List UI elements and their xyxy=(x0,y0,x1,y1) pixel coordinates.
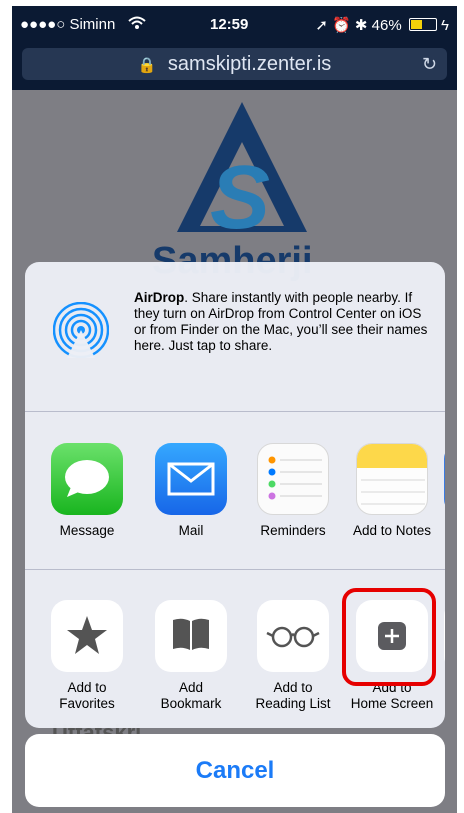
url-bar: 🔒 samskipti.zenter.is ↻ xyxy=(12,44,457,90)
reload-icon[interactable]: ↻ xyxy=(422,48,437,80)
airdrop-section: AirDrop. Share instantly with people nea… xyxy=(25,262,445,412)
charging-icon: ϟ xyxy=(441,17,449,34)
battery-icon xyxy=(408,18,437,31)
status-right: ➚ ⏰ ✱ 46% ϟ xyxy=(315,16,449,34)
phone-screen: ●●●●○ Siminn 12:59 ➚ ⏰ ✱ 46% ϟ 🔒 samskip… xyxy=(12,6,457,813)
url-field[interactable]: 🔒 samskipti.zenter.is ↻ xyxy=(22,48,447,80)
share-message[interactable]: Message xyxy=(42,443,132,539)
share-sheet: AirDrop. Share instantly with people nea… xyxy=(25,262,445,728)
share-reminders-label: Reminders xyxy=(260,523,326,538)
notes-app-icon xyxy=(356,443,428,515)
url-text: samskipti.zenter.is xyxy=(167,53,332,75)
lock-icon: 🔒 xyxy=(137,57,157,74)
share-add-to-notes-label: Add to Notes xyxy=(352,523,432,538)
action-add-to-favorites[interactable]: Add to Favorites xyxy=(42,600,132,712)
carrier-label: ●●●●○ Siminn xyxy=(20,16,116,33)
highlight-box xyxy=(342,588,436,686)
airdrop-description: AirDrop. Share instantly with people nea… xyxy=(134,290,434,354)
action-add-to-reading-list[interactable]: Add to Reading List xyxy=(248,600,338,712)
message-app-icon xyxy=(51,443,123,515)
share-mail-label: Mail xyxy=(178,523,204,538)
action-partial[interactable] xyxy=(444,600,445,672)
action-add-bookmark[interactable]: Add Bookmark xyxy=(146,600,236,712)
partial-app-icon xyxy=(444,443,445,515)
book-icon xyxy=(155,600,227,672)
airdrop-title: AirDrop xyxy=(134,290,185,305)
share-mail[interactable]: Mail xyxy=(146,443,236,539)
status-bar: ●●●●○ Siminn 12:59 ➚ ⏰ ✱ 46% ϟ xyxy=(12,6,457,44)
status-time: 12:59 xyxy=(210,16,249,33)
add-bookmark-label: Add Bookmark xyxy=(160,680,222,711)
location-icon: ➚ xyxy=(315,17,328,34)
battery-percentage: 46% xyxy=(371,17,402,34)
share-reminders[interactable]: Reminders xyxy=(248,443,338,539)
share-partial-app[interactable]: F xyxy=(444,443,445,539)
cancel-button[interactable]: Cancel xyxy=(25,734,445,807)
bluetooth-icon: ✱ xyxy=(354,17,368,34)
alarm-icon: ⏰ xyxy=(332,17,351,34)
share-message-label: Message xyxy=(59,523,115,538)
reminders-app-icon xyxy=(257,443,329,515)
airdrop-icon xyxy=(53,302,109,358)
add-to-reading-list-label: Add to Reading List xyxy=(255,680,331,711)
add-to-favorites-label: Add to Favorites xyxy=(59,680,115,711)
app-row: Message Mail Reminders Add to Notes xyxy=(25,412,445,570)
glasses-icon xyxy=(257,600,329,672)
logo-s-mark: S xyxy=(210,148,271,248)
mail-app-icon xyxy=(155,443,227,515)
partial-action-icon xyxy=(444,600,445,672)
star-icon xyxy=(51,600,123,672)
action-row: Add to Favorites Add Bookmark Add to Rea… xyxy=(25,570,445,728)
share-add-to-notes[interactable]: Add to Notes xyxy=(347,443,437,539)
wifi-icon xyxy=(128,16,146,34)
